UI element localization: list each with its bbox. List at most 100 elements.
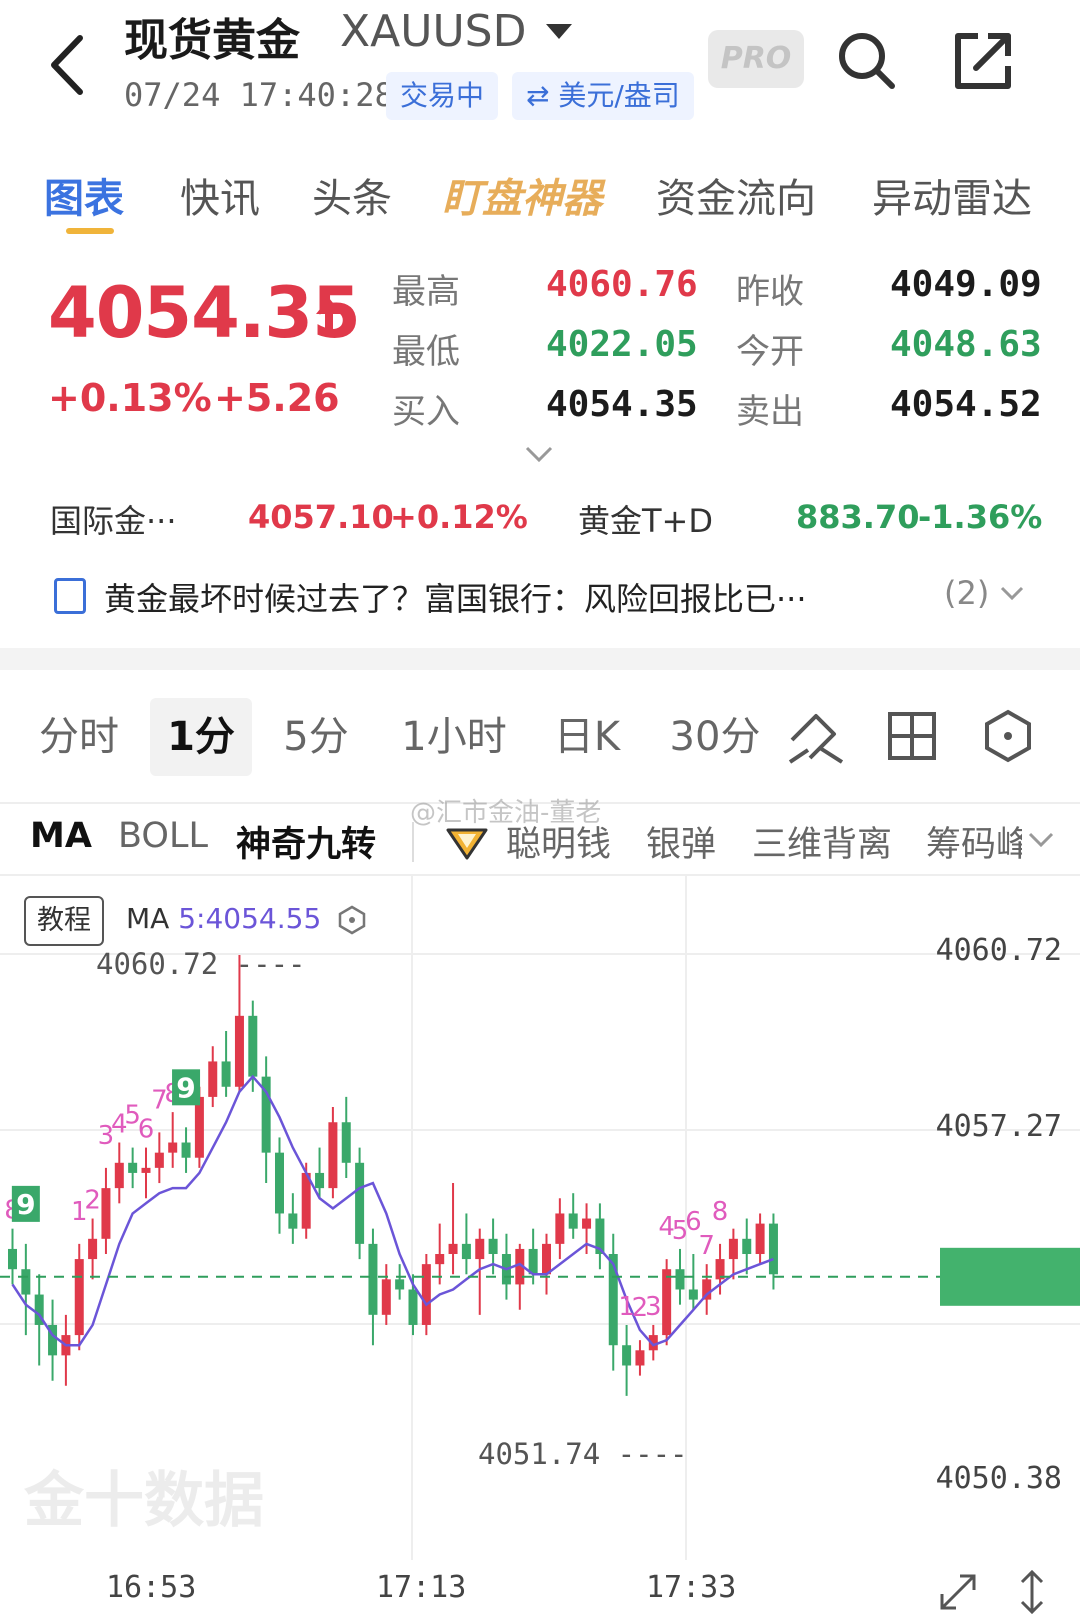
interval-5min[interactable]: 5分 [266, 698, 366, 776]
candle-body [688, 1289, 698, 1300]
tab-headlines[interactable]: 头条 [312, 166, 392, 224]
tab-flash-news[interactable]: 快讯 [180, 166, 260, 224]
indicator-3d-divergence[interactable]: 三维背离 [752, 816, 892, 867]
indicator-silver-bullet[interactable]: 银弹 [646, 816, 716, 867]
unit-toggle[interactable]: ⇄ 美元/盎司 [512, 72, 694, 120]
candle-body [635, 1350, 645, 1366]
candle-body [154, 1152, 164, 1168]
candle-body [461, 1243, 471, 1260]
tab-chart[interactable]: 图表 [44, 166, 124, 224]
max-price-label: 4060.72 ---- [96, 947, 306, 981]
candle-body [128, 1162, 138, 1173]
chevron-down-icon[interactable] [1028, 830, 1054, 850]
back-arrow-icon[interactable] [40, 30, 100, 100]
x-tick-label: 16:53 [106, 1570, 197, 1605]
open-label: 今开 [736, 332, 804, 372]
interval-30min[interactable]: 30分 [660, 698, 770, 776]
high-label: 最高 [392, 272, 460, 312]
tab-capital-flow[interactable]: 资金流向 [656, 166, 816, 224]
section-tabs: 图表 快讯 头条 盯盘神器 资金流向 异动雷达 [0, 156, 1080, 236]
candle-body [768, 1223, 778, 1275]
ask-value: 4054.52 [890, 384, 1042, 425]
td-count-label: 9 [16, 1188, 35, 1221]
candle-body [181, 1142, 191, 1158]
candle-body [8, 1248, 17, 1270]
prev-close-value: 4049.09 [890, 264, 1042, 305]
related-pct-gold-td: -1.36% [918, 498, 1043, 536]
x-tick-label: 17:13 [376, 1570, 467, 1605]
change-percent: +0.13% [48, 376, 212, 420]
indicator-ma[interactable]: MA [30, 816, 92, 856]
candle-body [728, 1238, 738, 1260]
bid-label: 买入 [392, 392, 460, 432]
fullscreen-icon[interactable] [934, 1568, 982, 1616]
candle-body [622, 1345, 632, 1366]
candle-body [662, 1269, 672, 1336]
tab-anomaly-radar[interactable]: 异动雷达 [872, 166, 1032, 224]
related-name-gold-td[interactable]: 黄金T+D [578, 496, 713, 542]
header: 现货黄金 XAUUSD 07/24 17:40:28 交易中 ⇄ 美元/盎司 P… [0, 0, 1080, 130]
section-divider [0, 648, 1080, 670]
weibo-watermark: @汇市金油-董老 [410, 798, 602, 828]
td-count-label: 9 [176, 1071, 195, 1104]
candle-body [368, 1243, 378, 1315]
chevron-down-icon[interactable] [524, 444, 554, 464]
high-value: 4060.76 [546, 264, 698, 305]
y-tick-label: 4057.27 [936, 1109, 1062, 1144]
candle-body [341, 1122, 351, 1163]
arrow-up-icon [316, 298, 342, 334]
candle-body [395, 1279, 405, 1290]
related-pct-intl-gold: +0.12% [390, 498, 528, 536]
search-icon[interactable] [832, 26, 902, 96]
candle-body [448, 1243, 458, 1255]
interval-1min[interactable]: 1分 [150, 698, 252, 776]
y-tick-label: 4050.38 [936, 1461, 1062, 1496]
caret-down-icon[interactable] [546, 24, 572, 39]
active-tab-indicator [66, 228, 114, 234]
indicator-td9[interactable]: 神奇九转 [236, 816, 376, 867]
pro-button[interactable]: PRO [708, 30, 804, 88]
draw-tool-icon[interactable] [786, 706, 846, 766]
chevron-down-icon[interactable] [1000, 584, 1024, 604]
news-headline[interactable]: 黄金最坏时候过去了？富国银行：风险回报比已··· [104, 574, 807, 620]
related-price-gold-td: 883.70 [796, 498, 920, 536]
candle-body [328, 1122, 338, 1189]
low-value: 4022.05 [546, 324, 698, 365]
interval-daily[interactable]: 日K [542, 698, 632, 776]
interval-intraday[interactable]: 分时 [24, 698, 134, 776]
share-icon[interactable] [948, 26, 1018, 96]
change-amount: +5.26 [214, 376, 340, 420]
interval-bar: 分时 1分 5分 1小时 日K 30分 [0, 690, 1080, 784]
candle-body [475, 1238, 485, 1260]
settings-hex-icon[interactable] [978, 706, 1038, 766]
candle-body [88, 1238, 98, 1260]
candle-body [408, 1289, 418, 1325]
td-count-label: 7 [698, 1231, 715, 1261]
tutorial-button[interactable]: 教程 [24, 896, 104, 946]
indicator-chip-peak[interactable]: 筹码峰 [926, 816, 1022, 867]
instrument-code[interactable]: XAUUSD [340, 6, 526, 57]
indicator-boll[interactable]: BOLL [118, 816, 208, 856]
related-name-intl-gold[interactable]: 国际金··· [50, 496, 177, 542]
news-count: (2) [944, 574, 990, 612]
min-price-label: 4051.74 ---- [478, 1437, 688, 1471]
candle-body [582, 1218, 592, 1229]
current-price-tag [940, 1247, 1080, 1306]
candle-body [141, 1167, 151, 1173]
related-quotes: 国际金··· 4057.10 +0.12% 黄金T+D 883.70 -1.36… [0, 490, 1080, 550]
jin10-logo-watermark: 金十数据 [24, 1466, 264, 1536]
layout-grid-icon[interactable] [882, 706, 942, 766]
news-ticker[interactable]: 黄金最坏时候过去了？富国银行：风险回报比已··· (2) [0, 570, 1080, 630]
candle-body [74, 1259, 84, 1336]
related-price-intl-gold: 4057.10 [248, 498, 394, 536]
interval-1hour[interactable]: 1小时 [392, 698, 516, 776]
candle-body [381, 1279, 391, 1315]
ma-readout: MA 5:4054.55 [126, 902, 321, 935]
candle-body [421, 1264, 431, 1325]
candle-body [555, 1213, 565, 1244]
vertical-scale-icon[interactable] [1008, 1568, 1056, 1616]
tab-watch-tool[interactable]: 盯盘神器 [442, 166, 602, 224]
prev-close-label: 昨收 [736, 272, 804, 312]
candle-body [275, 1152, 284, 1214]
ma-settings-icon[interactable] [336, 904, 368, 936]
